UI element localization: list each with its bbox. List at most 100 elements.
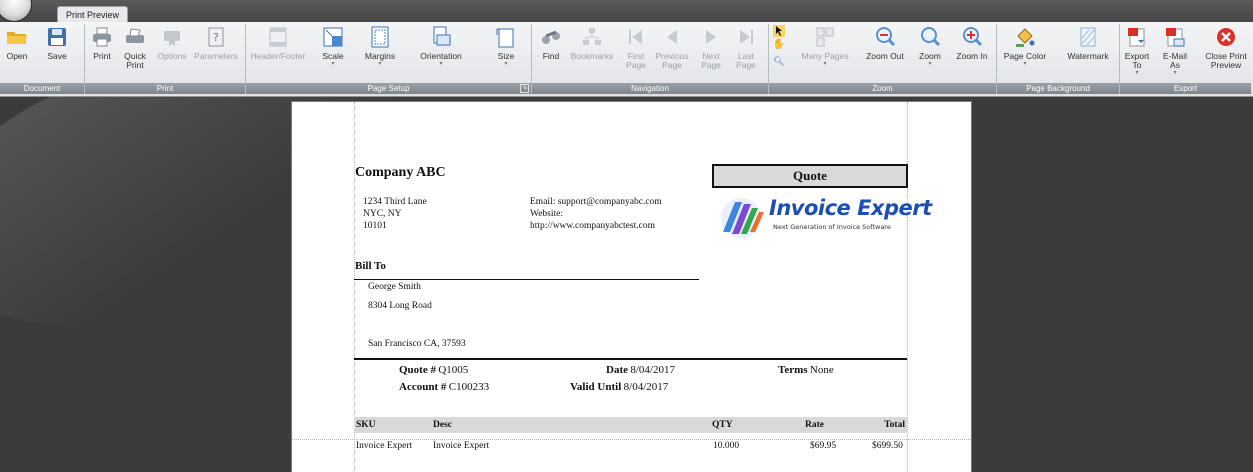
- date-row: Date 8/04/2017: [606, 364, 675, 376]
- company-website-label: Website:: [530, 209, 564, 219]
- terms-row: Terms None: [778, 364, 834, 376]
- last-page-icon: [740, 30, 753, 44]
- group-page-setup: Header/Footer Scale ▾ Margins ▾ Orientatio…: [246, 24, 532, 94]
- chevron-down-icon: ▾: [378, 61, 382, 67]
- orientation-button[interactable]: Orientation ▾: [416, 26, 466, 67]
- last-page-button[interactable]: Last Page: [732, 26, 760, 70]
- parameters-button[interactable]: ? Parameters: [191, 26, 241, 61]
- chevron-down-icon: ▾: [1173, 70, 1177, 76]
- watermark-button[interactable]: Watermark: [1063, 26, 1113, 61]
- chevron-down-icon: ▾: [1023, 61, 1027, 67]
- zoom-out-icon: [876, 27, 896, 47]
- zoom-icon: [921, 27, 941, 47]
- zoom-button[interactable]: Zoom ▾: [915, 26, 945, 67]
- group-label-page-setup: Page Setup: [246, 83, 531, 94]
- parameters-icon: ?: [208, 27, 224, 47]
- print-button[interactable]: Print: [87, 26, 117, 61]
- save-button[interactable]: Save: [42, 26, 72, 61]
- group-zoom: ✋ 🔍︎ Many Pages ▾ Zoom Out Zoom ▾ Zoom In …: [769, 24, 997, 94]
- scale-button[interactable]: Scale ▾: [318, 26, 348, 67]
- zoom-in-icon: [963, 27, 983, 47]
- column-desc: Desc: [433, 420, 452, 430]
- close-icon: [1217, 28, 1235, 46]
- column-sku: SKU: [356, 420, 376, 430]
- floppy-disk-icon: [48, 28, 66, 46]
- logo-stripes-icon: [721, 198, 764, 238]
- group-label-page-background: Page Background: [997, 83, 1119, 94]
- previous-page-button[interactable]: Previous Page: [654, 26, 690, 70]
- bookmarks-button[interactable]: Bookmarks: [570, 26, 614, 61]
- bill-to-city: San Francisco CA, 37593: [368, 339, 466, 349]
- pointer-tool-button[interactable]: [772, 25, 786, 39]
- page-color-button[interactable]: Page Color ▾: [1001, 26, 1049, 67]
- export-to-button[interactable]: Export To ▾: [1122, 26, 1152, 76]
- first-page-icon: [629, 30, 642, 44]
- valid-until-value: 8/04/2017: [623, 381, 669, 393]
- company-address-line2: NYC, NY: [363, 209, 402, 219]
- close-print-preview-button[interactable]: Close Print Preview: [1204, 26, 1248, 70]
- chevron-down-icon: ▾: [504, 61, 508, 67]
- company-email: Email: support@companyabc.com: [530, 197, 662, 207]
- chevron-down-icon: ▾: [1135, 70, 1139, 76]
- size-button[interactable]: Size ▾: [491, 26, 521, 67]
- group-label-document: Document: [0, 83, 84, 94]
- zoom-in-button[interactable]: Zoom In: [954, 26, 990, 61]
- many-pages-icon: [816, 27, 834, 47]
- quote-number-row: Quote # Q1005: [399, 364, 468, 376]
- email-as-button[interactable]: E-Mail As ▾: [1158, 26, 1192, 76]
- group-label-zoom: Zoom: [769, 83, 996, 94]
- hand-tool-button[interactable]: ✋: [772, 39, 786, 50]
- margins-button[interactable]: Margins ▾: [360, 26, 400, 67]
- many-pages-button[interactable]: Many Pages ▾: [797, 26, 853, 67]
- next-page-icon: [706, 30, 716, 44]
- application-menu-button[interactable]: [0, 0, 32, 22]
- company-website: http://www.companyabctest.com: [530, 221, 655, 231]
- chevron-down-icon: ▾: [823, 61, 827, 67]
- page-setup-dialog-launcher-icon[interactable]: ↘: [520, 84, 529, 93]
- invoice-expert-logo: Invoice Expert Next Generation of Invoic…: [717, 196, 932, 240]
- quick-print-button[interactable]: Quick Print: [119, 26, 151, 70]
- binoculars-icon: [542, 30, 560, 44]
- options-button[interactable]: Options: [155, 26, 189, 61]
- ribbon: Open Save Document Print Quick Print Opt…: [0, 22, 1253, 97]
- header-footer-button[interactable]: Header/Footer: [248, 26, 308, 61]
- folder-open-icon: [7, 32, 27, 44]
- hand-icon: ✋: [772, 39, 786, 50]
- svg-text:?: ?: [213, 31, 219, 44]
- find-button[interactable]: Find: [536, 26, 566, 61]
- logo-subtitle: Next Generation of Invoice Software: [773, 223, 891, 231]
- chevron-down-icon: ▾: [439, 61, 443, 67]
- details-top-divider: [354, 358, 907, 360]
- document-page: Company ABC 1234 Third Lane NYC, NY 1010…: [291, 101, 972, 472]
- quote-number-label: Quote #: [399, 364, 436, 376]
- tab-print-preview[interactable]: Print Preview: [57, 6, 129, 23]
- document-title-quote: Quote: [712, 164, 908, 188]
- row-qty: 10.000: [713, 441, 740, 451]
- page-size-icon: [496, 28, 514, 48]
- email-pdf-icon: [1166, 28, 1185, 47]
- zoom-out-button[interactable]: Zoom Out: [865, 26, 905, 61]
- row-sku: Invoice Expert: [356, 441, 413, 451]
- first-page-button[interactable]: First Page: [622, 26, 650, 70]
- open-button[interactable]: Open: [2, 26, 32, 61]
- chevron-down-icon: ▾: [331, 61, 335, 67]
- group-print: Print Quick Print Options ? Parameters P…: [85, 24, 246, 94]
- company-address-line3: 10101: [363, 221, 387, 231]
- group-export: Export To ▾ E-Mail As ▾ Close Print Previe…: [1120, 24, 1251, 94]
- line-items-header: SKU Desc QTY Rate Total: [354, 417, 907, 433]
- quote-number-value: Q1005: [438, 364, 469, 376]
- column-rate: Rate: [805, 420, 824, 430]
- bill-to-name: George Smith: [368, 282, 421, 292]
- account-number-row: Account # C100233: [399, 381, 489, 393]
- group-navigation: Find Bookmarks First Page Previous Page …: [532, 24, 769, 94]
- print-options-icon: [164, 31, 180, 46]
- next-page-button[interactable]: Next Page: [697, 26, 725, 70]
- previous-page-icon: [667, 30, 677, 44]
- preview-workspace[interactable]: Company ABC 1234 Third Lane NYC, NY 1010…: [0, 97, 1253, 472]
- account-number-label: Account #: [399, 381, 447, 393]
- magnifier-tool-button[interactable]: 🔍︎: [772, 57, 786, 66]
- chevron-down-icon: ▾: [928, 61, 932, 67]
- row-total: $699.50: [872, 441, 903, 451]
- group-document: Open Save Document: [0, 24, 85, 94]
- group-label-print: Print: [85, 83, 245, 94]
